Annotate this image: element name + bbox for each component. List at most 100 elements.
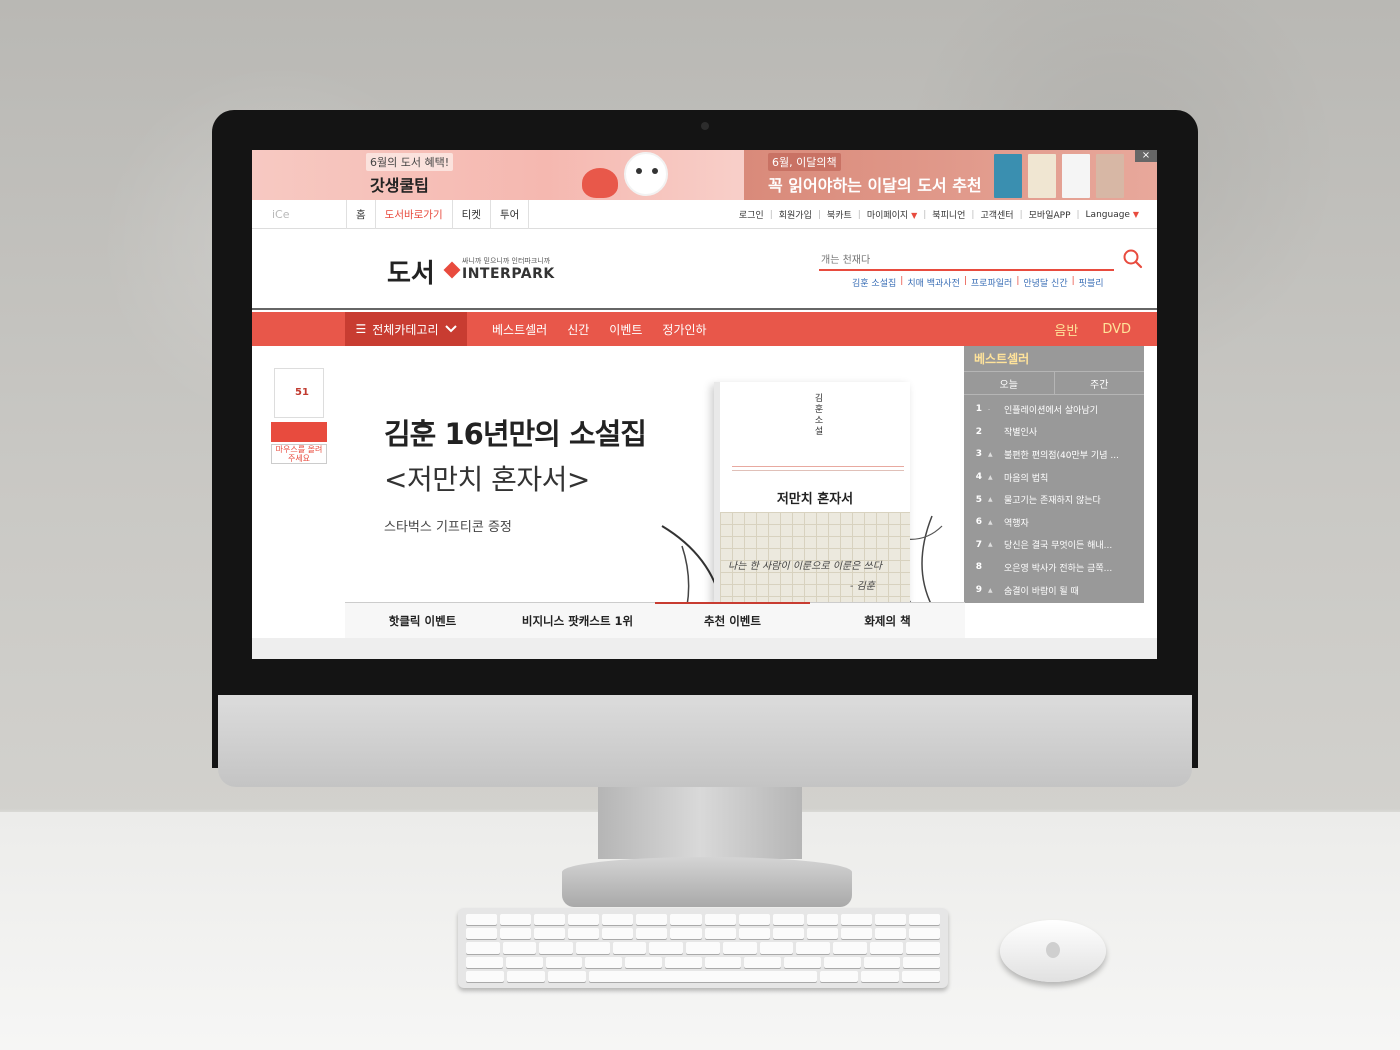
rank-arrow-icon: ▲ bbox=[988, 518, 993, 526]
rank-arrow-icon: ▲ bbox=[988, 541, 993, 549]
bestseller-item[interactable]: 9 ▲ 숨결이 바람이 될 때 bbox=[964, 579, 1144, 602]
promo-book bbox=[994, 154, 1022, 198]
gnb-tab-home[interactable]: 홈 bbox=[347, 200, 376, 229]
search-box bbox=[819, 251, 1114, 271]
gnb-tab-books[interactable]: 도서바로가기 bbox=[376, 200, 453, 229]
bestseller-item[interactable]: 3 ▲ 불편한 편의점(40만부 기념 ... bbox=[964, 443, 1144, 466]
rank-arrow-icon: ▲ bbox=[988, 473, 993, 481]
rank-number: 5 bbox=[975, 494, 982, 505]
hero-book-handwriting: 나는 한 사람이 이룬으로 이룬은 쓰다 bbox=[728, 561, 882, 572]
interpark-logo-icon bbox=[443, 261, 461, 279]
nav-event[interactable]: 이벤트 bbox=[609, 321, 642, 338]
gnb-tabs: 홈 도서바로가기 티켓 투어 bbox=[346, 200, 530, 229]
nav-right-links: 음반 DVD bbox=[1054, 312, 1131, 346]
bestseller-item[interactable]: 6 ▲ 역행자 bbox=[964, 511, 1144, 534]
monitor-chin bbox=[218, 695, 1192, 787]
rank-number: 2 bbox=[975, 426, 982, 437]
nav-music[interactable]: 음반 bbox=[1054, 320, 1078, 339]
book-title: 숨결이 바람이 될 때 bbox=[1004, 586, 1079, 597]
hero-book-manuscript: 나는 한 사람이 이룬으로 이룬은 쓰다 - 김훈 bbox=[720, 512, 910, 604]
all-categories-button[interactable]: ☰ 전체카테고리 bbox=[345, 312, 467, 346]
main-content: 51 마우스를 올려 주세요 김훈 16년만의 소설집 <저만치 혼자서> 스타… bbox=[252, 346, 1157, 659]
tab-business-podcast[interactable]: 비지니스 팟캐스트 1위 bbox=[500, 603, 655, 638]
search-input[interactable] bbox=[821, 253, 1101, 267]
promo-tabs: 핫클릭 이벤트 비지니스 팟캐스트 1위 추천 이벤트 화제의 책 bbox=[345, 602, 965, 638]
hero-book-cover[interactable]: 김훈 소설 저만치 혼자서 나는 한 사람이 이룬으로 이룬은 쓰다 - 김훈 bbox=[714, 382, 910, 604]
bestseller-item[interactable]: 2 작별인사 bbox=[964, 421, 1144, 444]
content-strip bbox=[252, 638, 1157, 659]
popular-keywords: 김훈 소설집 | 치매 백과사전 | 프로파일러 | 안녕달 신간 | 핏블리 bbox=[852, 276, 1104, 289]
keyword-link[interactable]: 안녕달 신간 bbox=[1023, 276, 1067, 289]
side-ad-book-number: 51 bbox=[295, 387, 309, 398]
bestseller-item[interactable]: 8 오은영 박사가 전하는 금쪽... bbox=[964, 556, 1144, 579]
side-ad-text: 마우스를 올려 주세요 bbox=[271, 444, 327, 464]
nav-new[interactable]: 신간 bbox=[567, 321, 589, 338]
search-icon[interactable] bbox=[1122, 248, 1144, 270]
bestseller-item[interactable]: 5 ▲ 물고기는 존재하지 않는다 bbox=[964, 488, 1144, 511]
promo-right-small: 6월, 이달의책 bbox=[768, 153, 841, 171]
rank-number: 8 bbox=[975, 562, 982, 573]
bestseller-item[interactable]: 4 ▲ 마음의 법칙 bbox=[964, 466, 1144, 489]
main-nav: ☰ 전체카테고리 베스트셀러 신간 이벤트 정가인하 음반 DVD bbox=[252, 312, 1157, 346]
tab-weekly[interactable]: 주간 bbox=[1053, 371, 1144, 395]
book-title: 작별인사 bbox=[1004, 428, 1038, 439]
logo-books-text[interactable]: 도서 bbox=[387, 253, 435, 290]
bestseller-item[interactable]: 7 ▲ 당신은 결국 무엇이든 해내... bbox=[964, 534, 1144, 557]
book-title: 마음의 법칙 bbox=[1004, 473, 1049, 484]
mouse bbox=[1000, 920, 1106, 982]
promo-banner[interactable]: 6월의 도서 혜택! 갓생쿨팁 6월, 이달의책 꼭 읽어야하는 이달의 도서 … bbox=[252, 150, 1157, 200]
language-select[interactable]: Language ▼ bbox=[1086, 210, 1139, 220]
mobile-app-link[interactable]: 모바일APP bbox=[1029, 208, 1071, 221]
promo-close-button[interactable]: × bbox=[1135, 150, 1157, 162]
menu-icon: ☰ bbox=[355, 322, 367, 336]
bestseller-list: 1- 인플레이션에서 살아남기 2 작별인사 3 ▲ 불편한 편의점(40만부 기념 .… bbox=[964, 398, 1144, 601]
hero-title[interactable]: 김훈 16년만의 소설집 bbox=[384, 411, 647, 453]
bookpinion-link[interactable]: 북피니언 bbox=[932, 208, 965, 221]
rank-arrow-icon: ▲ bbox=[988, 496, 993, 504]
customer-center-link[interactable]: 고객센터 bbox=[980, 208, 1013, 221]
bestseller-title: 베스트셀러 bbox=[974, 352, 1030, 366]
signup-link[interactable]: 회원가입 bbox=[779, 208, 812, 221]
gnb-tab-tour[interactable]: 투어 bbox=[491, 200, 530, 229]
mypage-link[interactable]: 마이페이지 ▼ bbox=[867, 208, 917, 221]
keyword-link[interactable]: 김훈 소설집 bbox=[852, 276, 896, 289]
nav-dvd[interactable]: DVD bbox=[1102, 322, 1131, 337]
promo-left-small: 6월의 도서 혜택! bbox=[366, 153, 454, 171]
tab-hotclick-event[interactable]: 핫클릭 이벤트 bbox=[345, 603, 500, 638]
tab-recommended-event[interactable]: 추천 이벤트 bbox=[655, 602, 810, 638]
rank-number: 4 bbox=[975, 472, 982, 483]
nav-bestseller[interactable]: 베스트셀러 bbox=[492, 321, 547, 338]
bestseller-item[interactable]: 1- 인플레이션에서 살아남기 bbox=[964, 398, 1144, 421]
tab-today[interactable]: 오늘 bbox=[964, 371, 1054, 395]
rank-number: 1 bbox=[975, 404, 982, 415]
promo-right[interactable]: 6월, 이달의책 꼭 읽어야하는 이달의 도서 추천 × bbox=[744, 150, 1157, 200]
logo-brand[interactable]: INTERPARK bbox=[462, 266, 555, 282]
monitor-stand-neck bbox=[598, 787, 802, 859]
bestseller-panel: 베스트셀러 오늘 주간 1- 인플레이션에서 살아남기 2 작별인사 3 ▲ 불편한 편… bbox=[964, 346, 1144, 603]
rank-arrow-icon: ▲ bbox=[988, 450, 993, 458]
login-link[interactable]: 로그인 bbox=[739, 208, 764, 221]
interpark-logo-small[interactable]: iCe bbox=[272, 208, 290, 221]
rank-arrow-icon: ▲ bbox=[988, 586, 993, 594]
tab-hot-books[interactable]: 화제의 책 bbox=[810, 603, 965, 638]
rank-number: 9 bbox=[975, 585, 982, 596]
site-header: 도서 싸니까 믿으니까 인터파크니까 INTERPARK 김훈 소설집| 치매 … bbox=[252, 229, 1157, 310]
promo-left[interactable]: 6월의 도서 혜택! 갓생쿨팁 bbox=[252, 150, 744, 200]
browser-screen: 6월의 도서 혜택! 갓생쿨팁 6월, 이달의책 꼭 읽어야하는 이달의 도서 … bbox=[252, 150, 1157, 659]
gnb-tab-ticket[interactable]: 티켓 bbox=[453, 200, 491, 229]
side-ad[interactable]: 51 마우스를 올려 주세요 bbox=[270, 368, 328, 468]
bookcart-link[interactable]: 북카트 bbox=[827, 208, 852, 221]
global-nav: iCe 홈 도서바로가기 티켓 투어 로그인 | 회원가입 | 북카트 | 마이페이지… bbox=[252, 200, 1157, 229]
keyword-link[interactable]: 핏블리 bbox=[1079, 276, 1104, 289]
keyword-link[interactable]: 프로파일러 bbox=[971, 276, 1012, 289]
promo-book bbox=[1062, 154, 1090, 198]
hero-book-signature: - 김훈 bbox=[850, 581, 875, 592]
book-title: 물고기는 존재하지 않는다 bbox=[1004, 496, 1101, 507]
nav-discount[interactable]: 정가인하 bbox=[662, 321, 706, 338]
promo-left-big: 갓생쿨팁 bbox=[370, 176, 429, 195]
chevron-down-icon: ▼ bbox=[911, 211, 918, 220]
book-title: 불편한 편의점(40만부 기념 ... bbox=[1004, 450, 1119, 461]
promo-book bbox=[1096, 154, 1124, 198]
keyword-link[interactable]: 치매 백과사전 bbox=[907, 276, 960, 289]
hero-subtitle[interactable]: <저만치 혼자서> bbox=[384, 458, 590, 498]
